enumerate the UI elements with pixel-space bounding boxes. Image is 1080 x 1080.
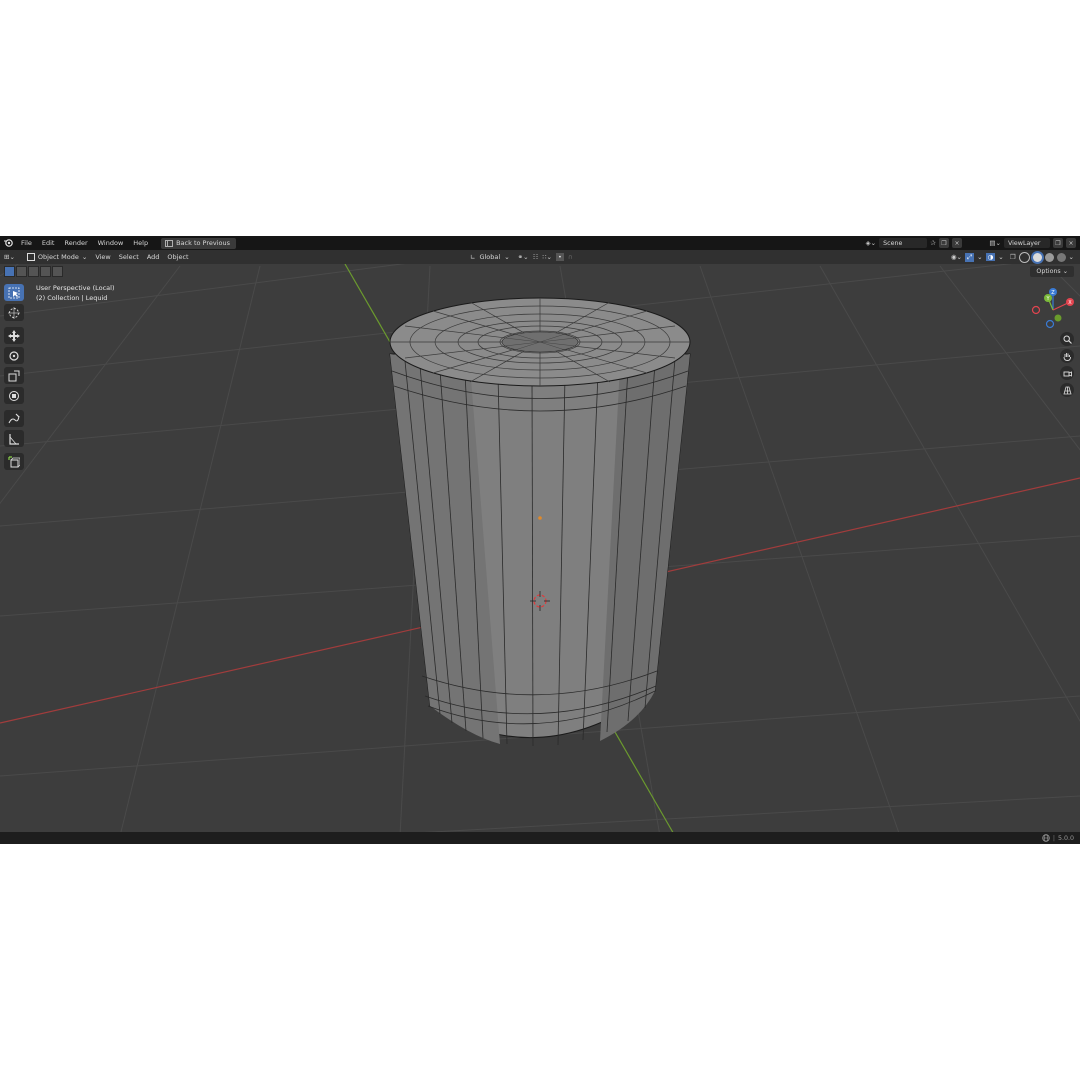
transform-tools: ∟ Global ⌄ ⚭⌄ ☷ ∷⌄ • ∩ [470,251,573,263]
zoom-icon[interactable] [1060,332,1074,346]
select-new-icon[interactable] [4,266,15,277]
menu-window[interactable]: Window [93,236,129,250]
back-to-previous-label: Back to Previous [176,239,231,247]
xray-icon[interactable]: ❐ [1010,253,1016,261]
falloff-icon[interactable]: ∩ [568,253,573,261]
z-axis-label: Z [1051,290,1055,296]
neg-y-axis-icon[interactable] [1054,314,1062,322]
view-layer-icon[interactable]: ▤⌄ [989,239,1001,247]
transform-tool-icon[interactable] [4,387,24,404]
view-layer-selector: ▤⌄ ViewLayer ❐ × [989,238,1076,248]
options-label: Options [1036,268,1061,275]
back-to-previous-button[interactable]: Back to Previous [161,237,237,249]
delete-scene-icon[interactable]: × [952,238,962,248]
x-axis-label: X [1068,300,1072,306]
object-mode-icon [26,253,35,261]
scale-tool-icon[interactable] [4,367,24,384]
rendered-shading-icon[interactable] [1056,252,1066,262]
select-intersect-icon[interactable] [52,266,63,277]
transform-orientation-label[interactable]: Global [479,253,500,261]
select-extend-icon[interactable] [16,266,27,277]
scene-name-field[interactable]: Scene [879,238,928,248]
new-scene-icon[interactable]: ❐ [939,238,949,248]
tool-shelf [4,284,26,473]
chevron-down-icon[interactable]: ⌄ [1069,253,1074,261]
object-origin [538,516,542,520]
options-button[interactable]: Options ⌄ [1030,266,1074,277]
select-subtract-icon[interactable] [28,266,39,277]
cursor-tool-icon[interactable] [4,304,24,321]
version-label: 5.0.0 [1057,834,1074,842]
select-box-tool-icon[interactable] [4,284,24,301]
neg-z-axis-icon[interactable] [1045,319,1055,329]
menu-object[interactable]: Object [163,250,192,264]
mode-selector[interactable]: Object Mode ⌄ [23,253,91,261]
rotate-tool-icon[interactable] [4,347,24,364]
neg-x-axis-icon[interactable] [1031,305,1041,315]
select-invert-icon[interactable] [40,266,51,277]
ortho-grid-icon[interactable] [1060,383,1074,397]
selection-mode-buttons [4,266,63,277]
viewport-shading-tools: ◉⌄ ⤢ ⌄ ◑ ⌄ ❐ ⌄ [951,251,1074,263]
pivot-point-icon[interactable]: ⚭⌄ [518,253,529,261]
back-icon [165,239,173,247]
solid-shading-icon[interactable] [1032,252,1042,262]
pin-icon[interactable]: ✰ [930,239,936,247]
version-info: | 5.0.0 [1042,834,1074,842]
status-bar: | 5.0.0 [0,832,1080,844]
overlays-icon[interactable]: ◑ [985,253,996,261]
perspective-label: User Perspective (Local) [36,284,115,292]
chevron-down-icon: ⌄ [81,253,88,261]
annotate-tool-icon[interactable] [4,410,24,427]
camera-view-icon[interactable] [1060,366,1074,380]
editor-type-icon[interactable]: ⊞⌄ [0,253,19,261]
scene-name: Scene [883,239,903,247]
transform-orientation-icon[interactable]: ∟ [470,253,475,261]
top-bar: File Edit Render Window Help Back to Pre… [0,236,1080,250]
chevron-down-icon: ⌄ [504,253,510,261]
material-shading-icon[interactable] [1044,252,1054,262]
menu-select[interactable]: Select [115,250,143,264]
menu-edit[interactable]: Edit [37,236,60,250]
add-cube-tool-icon[interactable] [4,453,24,470]
delete-view-layer-icon[interactable]: × [1066,238,1076,248]
menu-file[interactable]: File [16,236,37,250]
menu-help[interactable]: Help [128,236,153,250]
wireframe-shading-icon[interactable] [1018,251,1030,263]
viewport-canvas[interactable] [0,236,1080,844]
liquid-mesh[interactable] [389,297,691,747]
chevron-down-icon[interactable]: ⌄ [977,253,982,261]
globe-icon [1042,834,1050,842]
mode-label: Object Mode [37,253,79,261]
blender-window: File Edit Render Window Help Back to Pre… [0,236,1080,844]
navigation-gizmo[interactable]: Z Y X [1028,286,1078,332]
menu-render[interactable]: Render [59,236,92,250]
viewport-header: ⊞⌄ Object Mode ⌄ View Select Add Object … [0,250,1080,264]
menu-add[interactable]: Add [143,250,164,264]
gizmo-toggle-icon[interactable]: ⤢ [964,252,975,262]
blender-logo-icon[interactable] [0,236,16,250]
scene-icon[interactable]: ◈⌄ [866,239,876,247]
collection-label: (2) Collection | Lequid [36,294,108,302]
view-layer-name: ViewLayer [1008,239,1041,247]
scene-selector: ◈⌄ Scene ✰ ❐ × [866,238,962,248]
visibility-icon[interactable]: ◉⌄ [951,253,962,261]
snap-icon[interactable]: ☷ [533,253,539,261]
measure-tool-icon[interactable] [4,430,24,447]
pan-hand-icon[interactable] [1060,349,1074,363]
view-layer-field[interactable]: ViewLayer [1004,238,1050,248]
new-view-layer-icon[interactable]: ❐ [1053,238,1063,248]
menu-view[interactable]: View [91,250,114,264]
proportional-edit-icon[interactable]: • [555,253,564,261]
move-tool-icon[interactable] [4,327,24,344]
chevron-down-icon[interactable]: ⌄ [998,253,1003,261]
snap-target-icon[interactable]: ∷⌄ [542,253,552,261]
